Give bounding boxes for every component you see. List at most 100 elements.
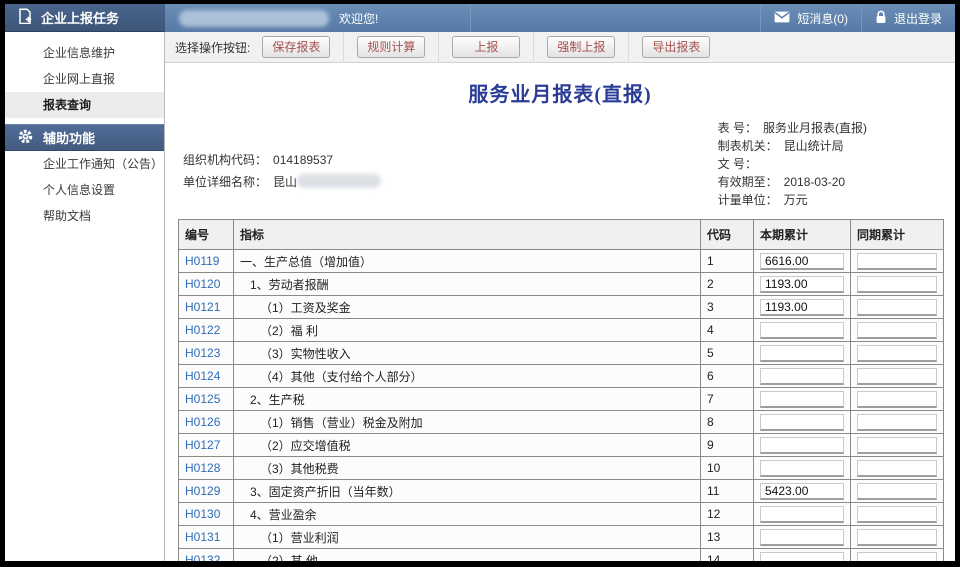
current-period-input[interactable] (760, 460, 844, 477)
table-row: H0123（3）实物性收入5 (179, 342, 944, 365)
current-period-input[interactable] (760, 368, 844, 385)
current-period-input[interactable]: 1193.00 (760, 276, 844, 293)
issuing-agency-line: 制表机关：昆山统计局 (718, 137, 867, 155)
row-indicator: （2）应交增值税 (234, 434, 701, 457)
current-period-input[interactable] (760, 391, 844, 408)
row-code-link[interactable]: H0132 (185, 553, 220, 561)
row-seq: 7 (701, 388, 754, 411)
messages-label: 短消息(0) (797, 10, 848, 27)
toolbar-divider (438, 32, 439, 63)
same-period-input[interactable] (857, 276, 937, 293)
row-code-link[interactable]: H0124 (185, 369, 220, 383)
report-table: 编号 指标 代码 本期累计 同期累计 H0119一、生产总值（增加值）16616… (178, 219, 944, 561)
same-period-input[interactable] (857, 552, 937, 562)
same-period-cell (851, 365, 944, 388)
top-bar: 企业上报任务 欢迎您! 短消息(0) 退出登录 (5, 4, 955, 32)
row-indicator: （2）福 利 (234, 319, 701, 342)
current-period-input[interactable]: 6616.00 (760, 253, 844, 270)
row-code-link[interactable]: H0129 (185, 484, 220, 498)
save-report-button[interactable]: 保存报表 (262, 36, 330, 58)
sidebar-item-report-query[interactable]: 报表查询 (5, 92, 164, 118)
export-report-button[interactable]: 导出报表 (642, 36, 710, 58)
same-period-input[interactable] (857, 368, 937, 385)
same-period-cell (851, 434, 944, 457)
row-indicator: （1）营业利润 (234, 526, 701, 549)
current-period-cell: 6616.00 (754, 250, 851, 273)
current-period-cell (754, 526, 851, 549)
row-seq: 10 (701, 457, 754, 480)
same-period-input[interactable] (857, 483, 937, 500)
sidebar-item-online-report[interactable]: 企业网上直报 (5, 66, 164, 92)
same-period-cell (851, 388, 944, 411)
same-period-cell (851, 273, 944, 296)
same-period-cell (851, 319, 944, 342)
current-period-input[interactable] (760, 506, 844, 523)
rule-calc-button[interactable]: 规则计算 (357, 36, 425, 58)
row-code-link[interactable]: H0119 (185, 254, 219, 268)
sidebar-item-help-docs[interactable]: 帮助文档 (5, 203, 164, 229)
row-code-cell: H0122 (179, 319, 234, 342)
row-code-link[interactable]: H0131 (185, 530, 220, 544)
row-seq: 12 (701, 503, 754, 526)
sidebar-section-title: 辅助功能 (43, 128, 95, 147)
same-period-cell (851, 296, 944, 319)
sidebar-item-company-info[interactable]: 企业信息维护 (5, 40, 164, 66)
current-period-cell (754, 503, 851, 526)
page-title: 服务业月报表(直报) (165, 78, 955, 107)
main-area: 选择操作按钮: 保存报表 规则计算 上报 强制上报 导出报表 服务业月报表(直报… (165, 32, 955, 561)
sidebar-section-header-aux[interactable]: 辅助功能 (5, 124, 164, 151)
same-period-input[interactable] (857, 506, 937, 523)
form-number-line: 表 号：服务业月报表(直报) (718, 119, 867, 137)
logout-button[interactable]: 退出登录 (862, 4, 955, 32)
same-period-input[interactable] (857, 414, 937, 431)
current-period-cell: 1193.00 (754, 273, 851, 296)
same-period-input[interactable] (857, 437, 937, 454)
lock-icon (875, 10, 887, 27)
same-period-input[interactable] (857, 460, 937, 477)
report-meta-right: 表 号：服务业月报表(直报) 制表机关：昆山统计局 文 号： 有效期至：2018… (718, 119, 867, 209)
row-seq: 1 (701, 250, 754, 273)
current-period-cell (754, 434, 851, 457)
current-period-input[interactable] (760, 345, 844, 362)
row-code-link[interactable]: H0123 (185, 346, 220, 360)
current-period-input[interactable] (760, 414, 844, 431)
same-period-input[interactable] (857, 345, 937, 362)
sidebar-item-work-notice[interactable]: 企业工作通知（公告） (5, 151, 164, 177)
table-row: H0128（3）其他税费10 (179, 457, 944, 480)
force-submit-button[interactable]: 强制上报 (547, 36, 615, 58)
current-period-input[interactable] (760, 529, 844, 546)
messages-button[interactable]: 短消息(0) (761, 4, 861, 32)
current-period-input[interactable] (760, 322, 844, 339)
same-period-input[interactable] (857, 253, 937, 270)
current-period-input[interactable]: 1193.00 (760, 299, 844, 316)
table-row: H01304、营业盈余12 (179, 503, 944, 526)
row-code-link[interactable]: H0126 (185, 415, 220, 429)
row-code-link[interactable]: H0120 (185, 277, 220, 291)
current-period-cell (754, 549, 851, 562)
app-window: { "topbar": { "app_section": "企业上报任务", "… (0, 0, 960, 567)
row-code-link[interactable]: H0121 (185, 300, 220, 314)
row-code-link[interactable]: H0127 (185, 438, 220, 452)
row-code-link[interactable]: H0125 (185, 392, 220, 406)
submit-button[interactable]: 上报 (452, 36, 520, 58)
same-period-input[interactable] (857, 299, 937, 316)
same-period-input[interactable] (857, 322, 937, 339)
row-code-link[interactable]: H0130 (185, 507, 220, 521)
top-bar-main: 欢迎您! 短消息(0) 退出登录 (165, 4, 955, 32)
sidebar-item-personal-settings[interactable]: 个人信息设置 (5, 177, 164, 203)
current-period-input[interactable]: 5423.00 (760, 483, 844, 500)
same-period-input[interactable] (857, 529, 937, 546)
report-meta: 组织机构代码：014189537 单位详细名称：昆山 表 号：服务业月报表(直报… (165, 107, 955, 209)
row-code-link[interactable]: H0122 (185, 323, 220, 337)
same-period-cell (851, 250, 944, 273)
current-period-input[interactable] (760, 437, 844, 454)
row-code-link[interactable]: H0128 (185, 461, 220, 475)
table-row: H0126（1）销售（营业）税金及附加8 (179, 411, 944, 434)
row-seq: 4 (701, 319, 754, 342)
sidebar-section-header-tasks[interactable]: 企业上报任务 (5, 4, 165, 32)
doc-number-line: 文 号： (718, 155, 867, 173)
table-row: H0119一、生产总值（增加值）16616.00 (179, 250, 944, 273)
current-period-input[interactable] (760, 552, 844, 562)
table-row: H0131（1）营业利润13 (179, 526, 944, 549)
same-period-input[interactable] (857, 391, 937, 408)
